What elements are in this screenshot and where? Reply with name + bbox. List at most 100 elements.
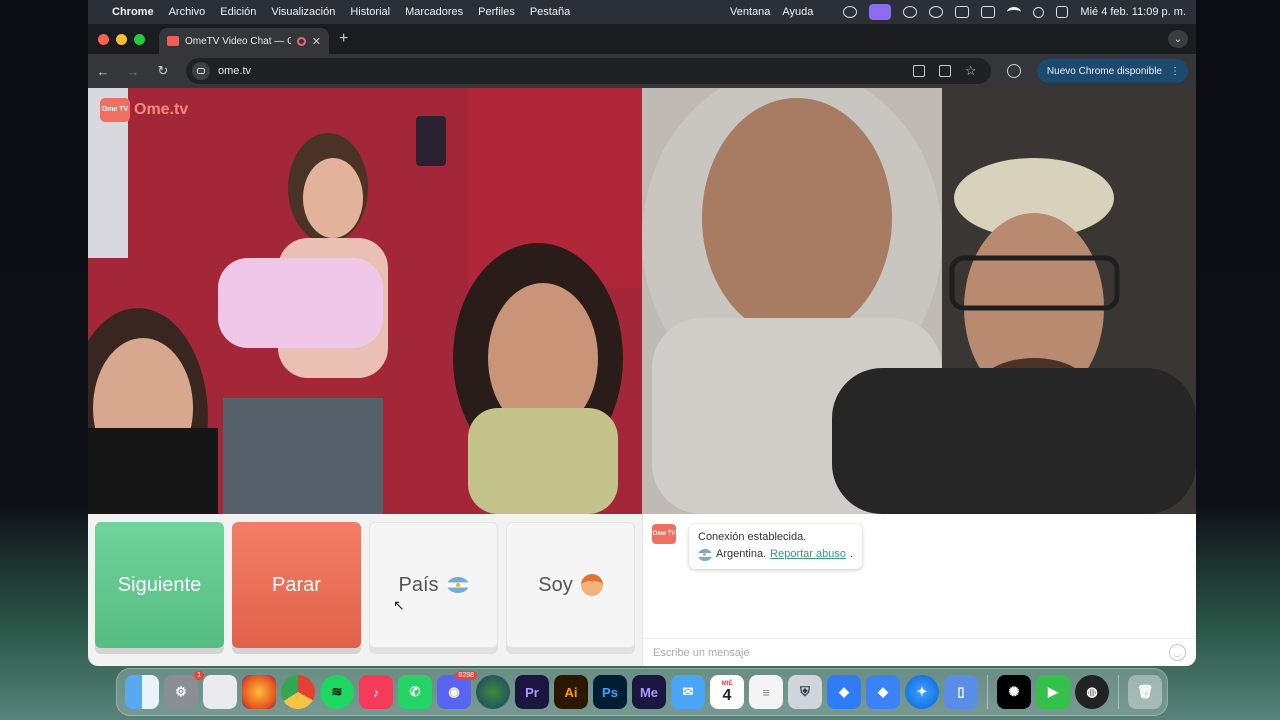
menu-item-chrome[interactable]: Chrome [112, 6, 154, 18]
tab-search-button[interactable]: ⌄ [1168, 30, 1188, 48]
menu-item-archivo[interactable]: Archivo [169, 6, 206, 18]
stop-button[interactable]: Parar [232, 522, 361, 648]
reminders-icon[interactable]: ≡ [749, 675, 783, 709]
ometv-logo-icon: Ome TV [100, 98, 130, 122]
close-tab-icon[interactable]: ✕ [312, 35, 321, 48]
ometv-logo[interactable]: Ome TV Ome.tv [100, 98, 188, 122]
whatsapp-icon[interactable]: ✆ [398, 675, 432, 709]
menu-bar: Chrome Archivo Edición Visualización His… [88, 0, 1196, 24]
browser-toolbar: ← → ↻ ome.tv ☆ Nuevo Chrome disponible ⋮ [88, 54, 1196, 88]
update-label: Nuevo Chrome disponible [1046, 65, 1162, 77]
gender-label: Soy [538, 573, 573, 596]
settings-badge: 1 [194, 671, 204, 680]
chrome-update-button[interactable]: Nuevo Chrome disponible ⋮ [1036, 59, 1188, 83]
simulator-icon[interactable]: ▯ [944, 675, 978, 709]
system-settings-icon[interactable]: ⚙ 1 [164, 671, 204, 709]
tab-bar: OmeTV Video Chat — Om ✕ + ⌄ [88, 24, 1196, 54]
forward-button[interactable]: → [126, 64, 140, 79]
minimize-window-button[interactable] [116, 33, 127, 45]
recording-indicator-icon [296, 36, 306, 46]
night-shift-icon[interactable] [929, 6, 944, 18]
country-selector-button[interactable]: País [369, 522, 498, 648]
safari-icon[interactable]: ✦ [905, 675, 939, 709]
close-window-button[interactable] [98, 33, 109, 45]
obs-icon[interactable]: ◍ [1075, 675, 1109, 709]
gender-selector-button[interactable]: Soy [506, 522, 635, 648]
menu-item-edicion[interactable]: Edición [220, 6, 256, 18]
chrome-icon[interactable] [281, 675, 315, 709]
tab-title: OmeTV Video Chat — Om [185, 35, 291, 47]
chat-panel: Ome TV Conexión establecida. Argentina. … [642, 514, 1196, 666]
battery-icon[interactable] [981, 6, 996, 18]
calendar-day: 4 [722, 687, 732, 704]
status-app-icon[interactable] [843, 6, 858, 18]
country-label: País [398, 573, 439, 596]
calendar-icon[interactable]: MIÉ 4 [710, 675, 744, 709]
spotify-icon[interactable]: ≋ [320, 675, 354, 709]
system-message: Conexión establecida. Argentina. Reporta… [689, 524, 863, 569]
address-bar[interactable]: ome.tv ☆ [186, 58, 991, 84]
fullscreen-window-button[interactable] [134, 33, 145, 45]
illustrator-icon[interactable]: Ai [554, 675, 588, 709]
menu-item-marcadores[interactable]: Marcadores [405, 6, 463, 18]
partner-country-name: Argentina. [716, 548, 767, 560]
menu-item-visualizacion[interactable]: Visualización [271, 6, 335, 18]
bookmark-star-icon[interactable]: ☆ [965, 64, 977, 77]
mail-icon[interactable]: ✉ [671, 675, 705, 709]
menu-item-pestana[interactable]: Pestaña [530, 6, 570, 18]
control-buttons: Siguiente Parar País Soy [95, 522, 635, 648]
menu-item-ventana[interactable]: Ventana [730, 6, 770, 18]
wifi-icon[interactable] [1007, 7, 1022, 17]
discord-badge: 8298 [455, 671, 477, 680]
kebab-menu-icon: ⋮ [1170, 65, 1180, 77]
report-abuse-link[interactable]: Reportar abuso [770, 546, 846, 563]
message-input[interactable]: Escribe un mensaje [643, 638, 1196, 666]
remote-video: Ome TV Ome.tv [88, 88, 642, 514]
site-info-icon[interactable] [192, 62, 210, 80]
self-video [642, 88, 1196, 514]
connection-status: Conexión establecida. [698, 531, 807, 543]
facetime-icon[interactable]: ▶ [1036, 675, 1070, 709]
spotlight-search-icon[interactable] [1033, 6, 1045, 18]
discord-icon[interactable]: ◉ 8298 [437, 671, 477, 709]
rocket-icon[interactable] [903, 6, 918, 18]
finder-icon[interactable] [125, 675, 159, 709]
menu-item-ayuda[interactable]: Ayuda [782, 6, 813, 18]
earth-icon[interactable] [476, 675, 510, 709]
media-encoder-icon[interactable]: Me [632, 675, 666, 709]
ometv-page: Ome TV Ome.tv Siguiente Parar País Soy ↖… [88, 88, 1196, 666]
menu-item-historial[interactable]: Historial [350, 6, 390, 18]
dock: ⚙ 1 ≋ ♪ ✆ ◉ 8298 Pr Ai Ps Me ✉ MIÉ 4 ≡ ⛨ ◆ … [116, 668, 1168, 716]
back-button[interactable]: ← [96, 64, 110, 79]
roblox-icon[interactable]: ◆ [827, 675, 861, 709]
screen-record-icon[interactable] [869, 4, 892, 20]
dock-separator-2 [1118, 675, 1119, 709]
firefox-icon[interactable] [242, 675, 276, 709]
next-button[interactable]: Siguiente [95, 522, 224, 648]
message-input-placeholder: Escribe un mensaje [653, 646, 750, 659]
chatgpt-icon[interactable]: ✺ [997, 675, 1031, 709]
url-text[interactable]: ome.tv [218, 65, 251, 77]
dock-separator [987, 675, 988, 709]
roblox-studio-icon[interactable]: ◆ [866, 675, 900, 709]
menu-clock[interactable]: Mié 4 feb. 11:09 p. m. [1080, 6, 1186, 18]
translate-icon[interactable] [912, 65, 925, 77]
control-center-icon[interactable] [1056, 6, 1069, 18]
reload-button[interactable]: ↻ [156, 63, 170, 79]
argentina-flag-icon [446, 577, 469, 593]
menu-item-perfiles[interactable]: Perfiles [478, 6, 515, 18]
new-tab-button[interactable]: + [339, 30, 348, 48]
keyboard-icon[interactable] [955, 6, 970, 18]
game-shield-icon[interactable]: ⛨ [788, 675, 822, 709]
self-video-frame [642, 88, 1196, 514]
ometv-favicon-icon [167, 36, 179, 46]
premiere-icon[interactable]: Pr [515, 675, 549, 709]
install-app-icon[interactable] [938, 65, 951, 77]
trash-icon[interactable]: 🗑 [1128, 675, 1162, 709]
launchpad-icon[interactable] [203, 675, 237, 709]
emoji-picker-icon[interactable] [1169, 644, 1186, 661]
profile-icon[interactable] [1006, 64, 1021, 78]
tab-ometv[interactable]: OmeTV Video Chat — Om ✕ [159, 28, 329, 54]
music-icon[interactable]: ♪ [359, 675, 393, 709]
photoshop-icon[interactable]: Ps [593, 675, 627, 709]
